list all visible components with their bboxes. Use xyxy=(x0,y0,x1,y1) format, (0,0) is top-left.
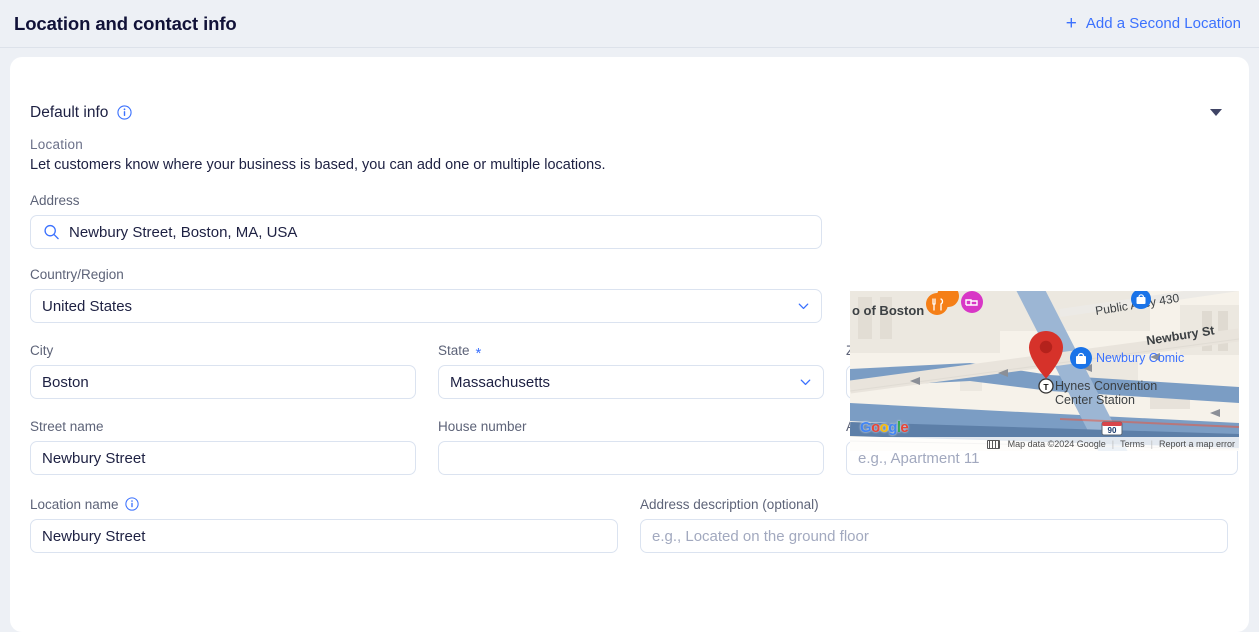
location-name-value: Newbury Street xyxy=(42,527,146,545)
chevron-down-icon xyxy=(799,376,812,389)
google-logo-o2: o xyxy=(879,419,889,436)
label-street-name: Street name xyxy=(30,419,104,434)
svg-text:Newbury Comic: Newbury Comic xyxy=(1096,351,1184,365)
info-icon[interactable] xyxy=(117,105,133,120)
label-state: State * xyxy=(438,343,824,362)
address-description-input[interactable]: e.g., Located on the ground floor xyxy=(640,519,1228,553)
state-value: Massachusetts xyxy=(450,373,551,391)
divider: | xyxy=(1150,439,1153,449)
address-value: Newbury Street, Boston, MA, USA xyxy=(69,223,298,241)
label-location-name-text: Location name xyxy=(30,497,119,512)
default-info-title: Default info xyxy=(30,103,109,121)
map-terms-link[interactable]: Terms xyxy=(1120,439,1145,449)
google-logo-o1: o xyxy=(871,419,880,436)
location-map[interactable]: 90 o of Boston Public Alley 430 Newbury … xyxy=(850,291,1239,451)
page-title: Location and contact info xyxy=(14,12,237,34)
google-logo: Google xyxy=(860,419,909,436)
keyboard-icon[interactable] xyxy=(986,439,1000,449)
svg-text:90: 90 xyxy=(1108,426,1117,435)
divider: | xyxy=(1111,439,1115,449)
highway-shield-90: 90 xyxy=(1101,421,1123,436)
map-report-error-link[interactable]: Report a map error xyxy=(1159,439,1235,449)
label-house-number: House number xyxy=(438,419,527,434)
add-second-location-label: Add a Second Location xyxy=(1085,15,1241,32)
field-location-name: Location name Newbury Street xyxy=(30,497,618,553)
lodging-poi xyxy=(961,291,983,313)
map-canvas: 90 o of Boston Public Alley 430 Newbury … xyxy=(850,291,1239,451)
page-header: Location and contact info + Add a Second… xyxy=(0,0,1259,48)
info-icon[interactable] xyxy=(124,497,140,512)
field-house-number: House number xyxy=(438,419,824,475)
street-name-input[interactable]: Newbury Street xyxy=(30,441,416,475)
google-logo-e: e xyxy=(900,419,909,436)
city-value: Boston xyxy=(42,373,89,391)
field-state: State * Massachusetts xyxy=(438,343,824,399)
field-street-name: Street name Newbury Street xyxy=(30,419,416,475)
google-logo-g2: g xyxy=(888,419,897,436)
field-country-region: Country/Region United States xyxy=(30,267,822,323)
street-name-value: Newbury Street xyxy=(42,449,146,467)
label-address: Address xyxy=(30,193,80,208)
row-location-name-description: Location name Newbury Street Address des… xyxy=(30,497,1229,553)
label-state-text: State xyxy=(438,343,470,358)
country-region-select[interactable]: United States xyxy=(30,289,822,323)
svg-text:T: T xyxy=(1043,382,1049,392)
city-input[interactable]: Boston xyxy=(30,365,416,399)
apartment-placeholder: e.g., Apartment 11 xyxy=(858,449,980,467)
map-attribution: Map data ©2024 Google xyxy=(1007,439,1106,449)
google-logo-g1: G xyxy=(860,419,872,436)
default-info-header[interactable]: Default info xyxy=(10,88,1249,137)
label-address-description: Address description (optional) xyxy=(640,497,819,512)
country-region-value: United States xyxy=(42,297,133,315)
map-attribution-bar: Map data ©2024 Google | Terms | Report a… xyxy=(850,437,1239,451)
shopping-poi xyxy=(1070,347,1092,369)
svg-text:o of Boston: o of Boston xyxy=(852,303,924,318)
state-select[interactable]: Massachusetts xyxy=(438,365,824,399)
svg-text:Hynes Convention: Hynes Convention xyxy=(1055,379,1157,393)
chevron-down-icon xyxy=(797,300,810,313)
transit-station-poi: T xyxy=(1038,378,1054,394)
location-name-input[interactable]: Newbury Street xyxy=(30,519,618,553)
address-input[interactable]: Newbury Street, Boston, MA, USA xyxy=(30,215,822,249)
section-label-location: Location xyxy=(30,137,84,152)
address-description-placeholder: e.g., Located on the ground floor xyxy=(652,527,869,545)
label-city: City xyxy=(30,343,54,358)
field-city: City Boston xyxy=(30,343,416,399)
field-address-description: Address description (optional) e.g., Loc… xyxy=(640,497,1228,553)
add-second-location-button[interactable]: + Add a Second Location xyxy=(1065,12,1245,34)
svg-text:Center Station: Center Station xyxy=(1055,393,1135,407)
search-icon xyxy=(43,224,60,241)
required-asterisk: * xyxy=(475,344,482,362)
label-country-region: Country/Region xyxy=(30,267,124,282)
section-description: Let customers know where your business i… xyxy=(30,157,606,173)
plus-icon: + xyxy=(1065,12,1077,34)
house-number-input[interactable] xyxy=(438,441,824,475)
label-location-name: Location name xyxy=(30,497,618,512)
default-info-card: Default info Location Let customers know… xyxy=(10,57,1249,632)
field-address: Address Newbury Street, Boston, MA, USA xyxy=(30,193,822,249)
chevron-down-icon[interactable] xyxy=(1210,109,1222,116)
